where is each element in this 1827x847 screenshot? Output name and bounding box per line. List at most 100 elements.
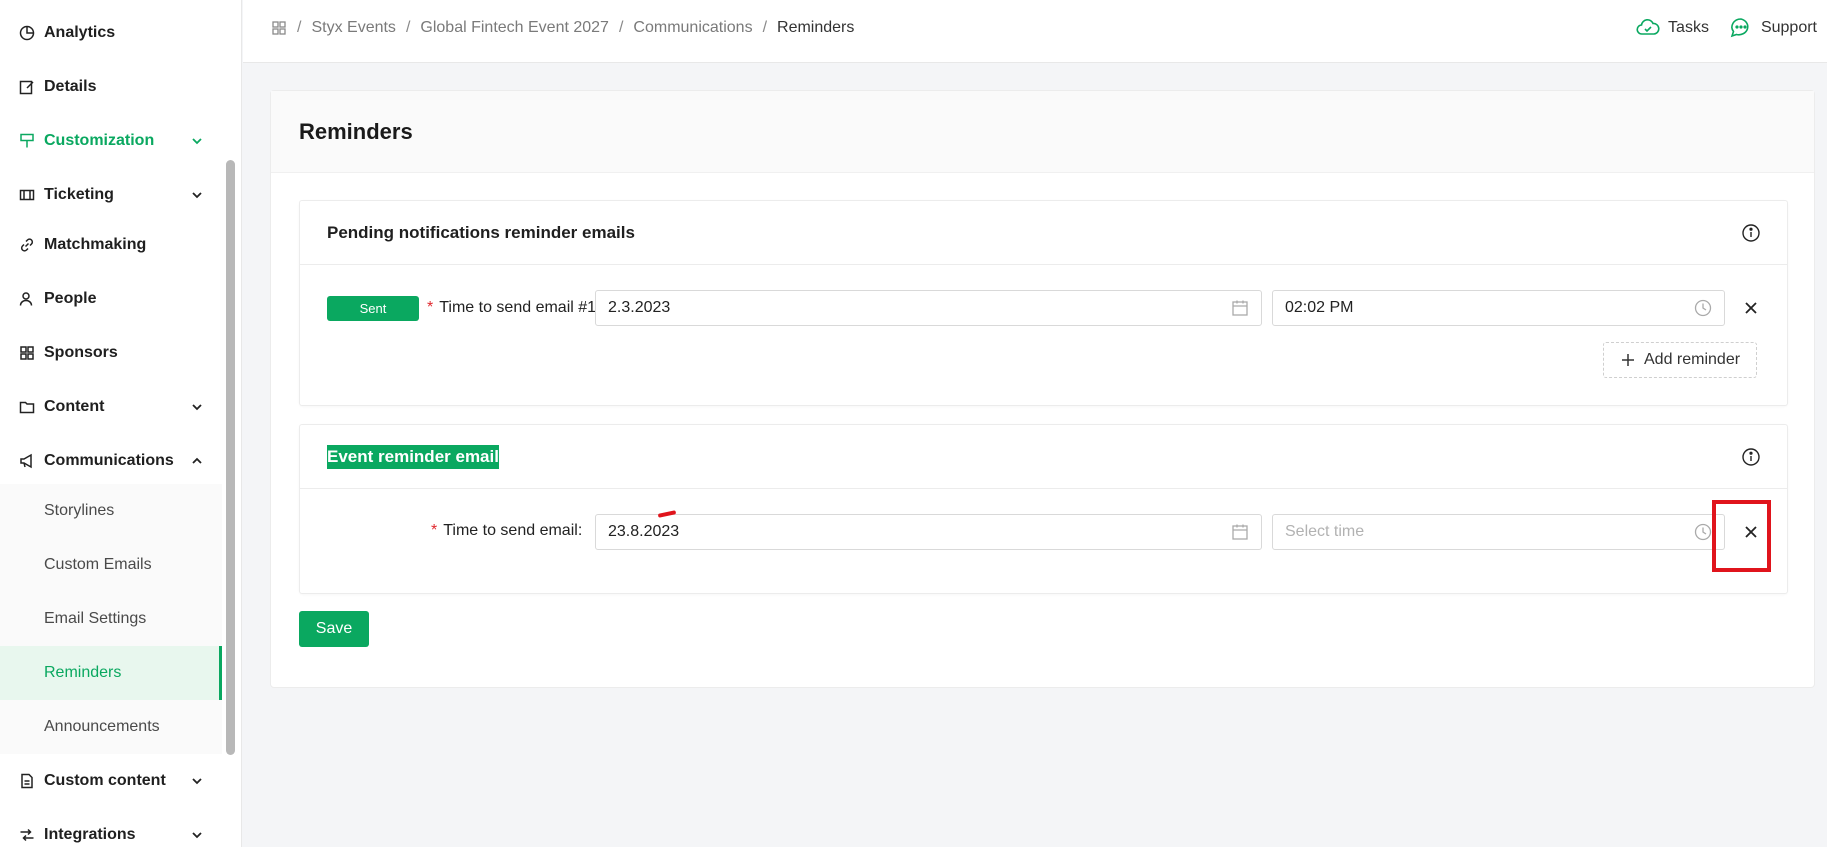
sidebar-item-communications[interactable]: Communications	[0, 434, 222, 488]
time-value: 02:02 PM	[1285, 299, 1354, 316]
plus-icon	[1622, 354, 1634, 366]
section-title: Pending notifications reminder emails	[327, 222, 635, 242]
breadcrumb-item[interactable]: Communications	[633, 19, 752, 37]
top-actions: Tasks Support	[1616, 0, 1817, 55]
megaphone-icon	[18, 452, 36, 470]
edit-icon	[18, 78, 36, 96]
integrations-icon	[18, 826, 36, 844]
sidebar-item-label: Analytics	[44, 24, 116, 41]
sidebar-item-label: Ticketing	[44, 186, 114, 203]
tasks-label: Tasks	[1668, 18, 1709, 36]
sidebar: Analytics Details Customization Ticketin…	[0, 0, 242, 847]
time-to-send-label: * Time to send email:	[431, 522, 582, 540]
sidebar-item-label: Customization	[44, 132, 155, 149]
chevron-up-icon	[190, 454, 204, 468]
pie-chart-icon	[18, 24, 36, 42]
info-icon[interactable]	[1741, 447, 1761, 467]
date-value: 2.3.2023	[608, 299, 671, 316]
support-label: Support	[1760, 18, 1817, 36]
sidebar-subitem-reminders[interactable]: Reminders	[0, 646, 222, 700]
date-input[interactable]: 23.8.2023	[595, 514, 1262, 550]
field-label-text: Time to send email #1	[439, 299, 597, 316]
sidebar-item-label: Content	[44, 398, 105, 415]
sidebar-subitem-label: Email Settings	[44, 610, 147, 627]
save-button[interactable]: Save	[299, 611, 369, 647]
clock-icon[interactable]	[1694, 523, 1712, 541]
time-input[interactable]: Select time	[1272, 514, 1725, 550]
cloud-check-icon	[1636, 18, 1660, 35]
breadcrumb-separator: /	[405, 18, 411, 36]
sidebar-subitem-storylines[interactable]: Storylines	[0, 484, 222, 538]
time-to-send-label: * Time to send email #1	[427, 299, 596, 317]
time-input[interactable]: 02:02 PM	[1272, 290, 1725, 326]
section-title: Event reminder email	[327, 444, 499, 469]
remove-reminder-icon[interactable]	[1741, 298, 1761, 318]
breadcrumb-separator: /	[297, 18, 302, 36]
sidebar-item-analytics[interactable]: Analytics	[0, 6, 222, 60]
section-header: Event reminder email	[300, 425, 1787, 489]
topbar: / Styx Events / Global Fintech Event 202…	[243, 0, 1827, 63]
event-reminder-section: Event reminder email * Time to send email…	[299, 424, 1788, 594]
breadcrumb: / Styx Events / Global Fintech Event 202…	[271, 0, 854, 55]
required-asterisk: *	[431, 522, 438, 539]
brush-icon	[18, 132, 36, 150]
sidebar-scrollbar[interactable]	[226, 160, 235, 755]
sidebar-item-sponsors[interactable]: Sponsors	[0, 326, 222, 380]
sidebar-subitem-label: Storylines	[44, 502, 115, 519]
sidebar-subitem-label: Reminders	[44, 664, 122, 681]
link-icon	[18, 236, 36, 254]
calendar-icon[interactable]	[1231, 523, 1249, 541]
add-reminder-button[interactable]: Add reminder	[1603, 342, 1758, 378]
reminders-card: Reminders Pending notifications reminder…	[270, 90, 1815, 688]
pending-notifications-section: Pending notifications reminder emails Se…	[299, 200, 1788, 406]
page-title: Reminders	[299, 118, 413, 144]
sidebar-item-label: Communications	[44, 452, 174, 469]
chevron-down-icon	[190, 188, 204, 202]
tasks-button[interactable]: Tasks	[1636, 16, 1709, 40]
sidebar-item-matchmaking[interactable]: Matchmaking	[0, 218, 222, 272]
sidebar-subitem-label: Custom Emails	[44, 556, 152, 573]
clock-icon[interactable]	[1694, 299, 1712, 317]
sidebar-subitem-announcements[interactable]: Announcements	[0, 700, 222, 754]
sidebar-subitem-label: Announcements	[44, 718, 160, 735]
date-input[interactable]: 2.3.2023	[595, 290, 1262, 326]
chevron-down-icon	[190, 828, 204, 842]
chevron-down-icon	[190, 400, 204, 414]
chevron-down-icon	[190, 134, 204, 148]
field-label-text: Time to send email	[443, 522, 578, 539]
sidebar-subitem-custom-emails[interactable]: Custom Emails	[0, 538, 222, 592]
required-asterisk: *	[427, 299, 434, 316]
support-button[interactable]: Support	[1729, 16, 1817, 40]
info-icon[interactable]	[1741, 223, 1761, 243]
add-reminder-label: Add reminder	[1644, 351, 1741, 368]
people-icon	[18, 290, 36, 308]
ticket-icon	[18, 186, 36, 204]
sidebar-item-label: Matchmaking	[44, 236, 147, 253]
sidebar-item-customization[interactable]: Customization	[0, 114, 222, 168]
folder-icon	[18, 398, 36, 416]
sidebar-item-custom-content[interactable]: Custom content	[0, 754, 222, 808]
breadcrumb-item[interactable]: Styx Events	[311, 19, 395, 37]
sidebar-subitem-email-settings[interactable]: Email Settings	[0, 592, 222, 646]
sidebar-item-label: People	[44, 290, 97, 307]
chevron-down-icon	[190, 774, 204, 788]
sidebar-item-people[interactable]: People	[0, 272, 222, 326]
breadcrumb-separator: /	[762, 18, 768, 36]
sidebar-item-integrations[interactable]: Integrations	[0, 808, 222, 847]
calendar-icon[interactable]	[1231, 299, 1249, 317]
section-header: Pending notifications reminder emails	[300, 201, 1787, 265]
breadcrumb-current: Reminders	[777, 18, 855, 36]
status-badge: Sent	[327, 296, 419, 321]
sidebar-item-label: Sponsors	[44, 344, 118, 361]
sidebar-item-label: Integrations	[44, 826, 136, 843]
grid-icon	[18, 344, 36, 362]
sidebar-item-label: Custom content	[44, 772, 166, 789]
sidebar-item-ticketing[interactable]: Ticketing	[0, 168, 222, 222]
breadcrumb-separator: /	[618, 18, 624, 36]
breadcrumb-item[interactable]: Global Fintech Event 2027	[420, 19, 609, 37]
date-value: 23.8.2023	[608, 523, 680, 540]
sidebar-item-content[interactable]: Content	[0, 380, 222, 434]
sidebar-item-details[interactable]: Details	[0, 60, 222, 114]
apps-grid-icon[interactable]	[271, 20, 287, 36]
card-header: Reminders	[271, 91, 1814, 173]
